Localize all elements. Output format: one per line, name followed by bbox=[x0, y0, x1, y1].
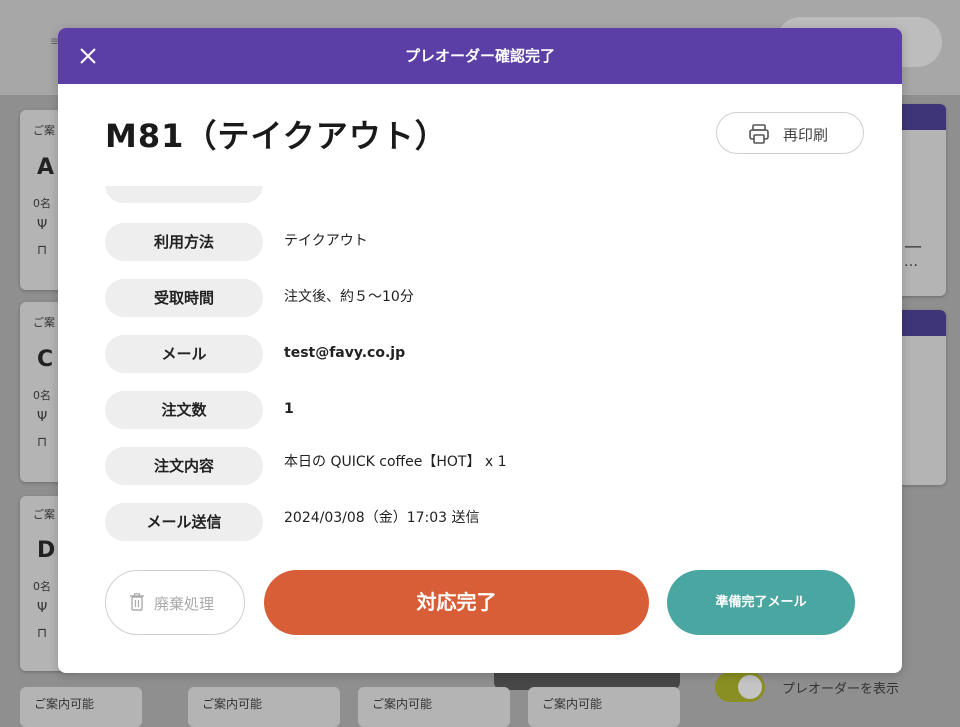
card-status: ご案 bbox=[33, 508, 55, 521]
card-code: A bbox=[37, 155, 55, 180]
tile-label: ご案内可能 bbox=[202, 697, 263, 711]
card-ellipsis: … bbox=[904, 254, 918, 270]
detail-value: 2024/03/08（金）17:03 送信 bbox=[284, 510, 480, 526]
modal-header: プレオーダー確認完了 bbox=[58, 28, 902, 84]
detail-label: 利用方法 bbox=[105, 223, 263, 261]
tile-label: ご案内可能 bbox=[372, 697, 433, 711]
tile-label: ご案内可能 bbox=[542, 697, 603, 711]
reprint-label: 再印刷 bbox=[783, 126, 829, 144]
bottom-tile[interactable]: ご案内可能 bbox=[188, 687, 340, 727]
preorder-toggle[interactable] bbox=[715, 672, 765, 702]
bottom-tile[interactable]: ご案内可能 bbox=[358, 687, 510, 727]
detail-row: メール送信 2024/03/08（金）17:03 送信 bbox=[58, 503, 902, 543]
detail-row: 注文内容 本日の QUICK coffee【HOT】 x 1 bbox=[58, 447, 902, 487]
hidden-row-label bbox=[105, 186, 263, 203]
detail-label: 受取時間 bbox=[105, 279, 263, 317]
detail-label: 注文内容 bbox=[105, 447, 263, 485]
modal-title: プレオーダー確認完了 bbox=[404, 47, 555, 65]
close-button[interactable] bbox=[74, 42, 102, 70]
detail-value: 注文後、約５〜10分 bbox=[284, 289, 414, 305]
detail-row: メール test@favy.co.jp bbox=[58, 335, 902, 375]
cutlery-icon: Ψ bbox=[37, 410, 48, 425]
detail-row: 利用方法 テイクアウト bbox=[58, 223, 902, 263]
card-guests: 0名 bbox=[33, 580, 51, 593]
card-guests: 0名 bbox=[33, 197, 51, 210]
card-guests: 0名 bbox=[33, 389, 51, 402]
detail-row: 注文数 1 bbox=[58, 391, 902, 431]
preorder-confirm-modal: プレオーダー確認完了 M81（テイクアウト） 再印刷 利用方法 テイクアウト 受… bbox=[58, 28, 902, 673]
discard-button[interactable]: 廃棄処理 bbox=[105, 570, 245, 635]
tile-label: ご案内可能 bbox=[34, 697, 95, 711]
trash-icon bbox=[130, 593, 144, 611]
chair-icon: ⊓ bbox=[37, 626, 48, 641]
card-code: C bbox=[37, 347, 54, 372]
discard-label: 廃棄処理 bbox=[154, 595, 215, 613]
order-title: M81（テイクアウト） bbox=[105, 117, 448, 155]
cutlery-icon: Ψ bbox=[37, 218, 48, 233]
preorder-toggle-label: プレオーダーを表示 bbox=[782, 682, 900, 697]
bottom-tile[interactable]: ご案内可能 bbox=[528, 687, 680, 727]
detail-value: テイクアウト bbox=[284, 233, 368, 249]
printer-icon bbox=[749, 124, 769, 144]
detail-value: test@favy.co.jp bbox=[284, 345, 406, 361]
card-status: ご案 bbox=[33, 316, 55, 329]
detail-value: 1 bbox=[284, 401, 294, 417]
bottom-tile[interactable]: ご案内可能 bbox=[20, 687, 142, 727]
complete-button[interactable]: 対応完了 bbox=[264, 570, 649, 635]
toggle-knob bbox=[738, 675, 762, 699]
close-icon bbox=[80, 48, 96, 64]
chair-icon: ⊓ bbox=[37, 435, 48, 450]
ready-mail-button[interactable]: 準備完了メール bbox=[667, 570, 855, 635]
card-code: D bbox=[37, 538, 56, 563]
detail-label: 注文数 bbox=[105, 391, 263, 429]
detail-label: メール送信 bbox=[105, 503, 263, 541]
detail-value: 本日の QUICK coffee【HOT】 x 1 bbox=[284, 454, 507, 470]
detail-label: メール bbox=[105, 335, 263, 373]
cutlery-icon: Ψ bbox=[37, 601, 48, 616]
chair-icon: ⊓ bbox=[37, 243, 48, 258]
reprint-button[interactable]: 再印刷 bbox=[716, 112, 864, 154]
detail-row: 受取時間 注文後、約５〜10分 bbox=[58, 279, 902, 319]
card-status: ご案 bbox=[33, 124, 55, 137]
order-details[interactable]: 利用方法 テイクアウト 受取時間 注文後、約５〜10分 メール test@fav… bbox=[58, 186, 902, 546]
